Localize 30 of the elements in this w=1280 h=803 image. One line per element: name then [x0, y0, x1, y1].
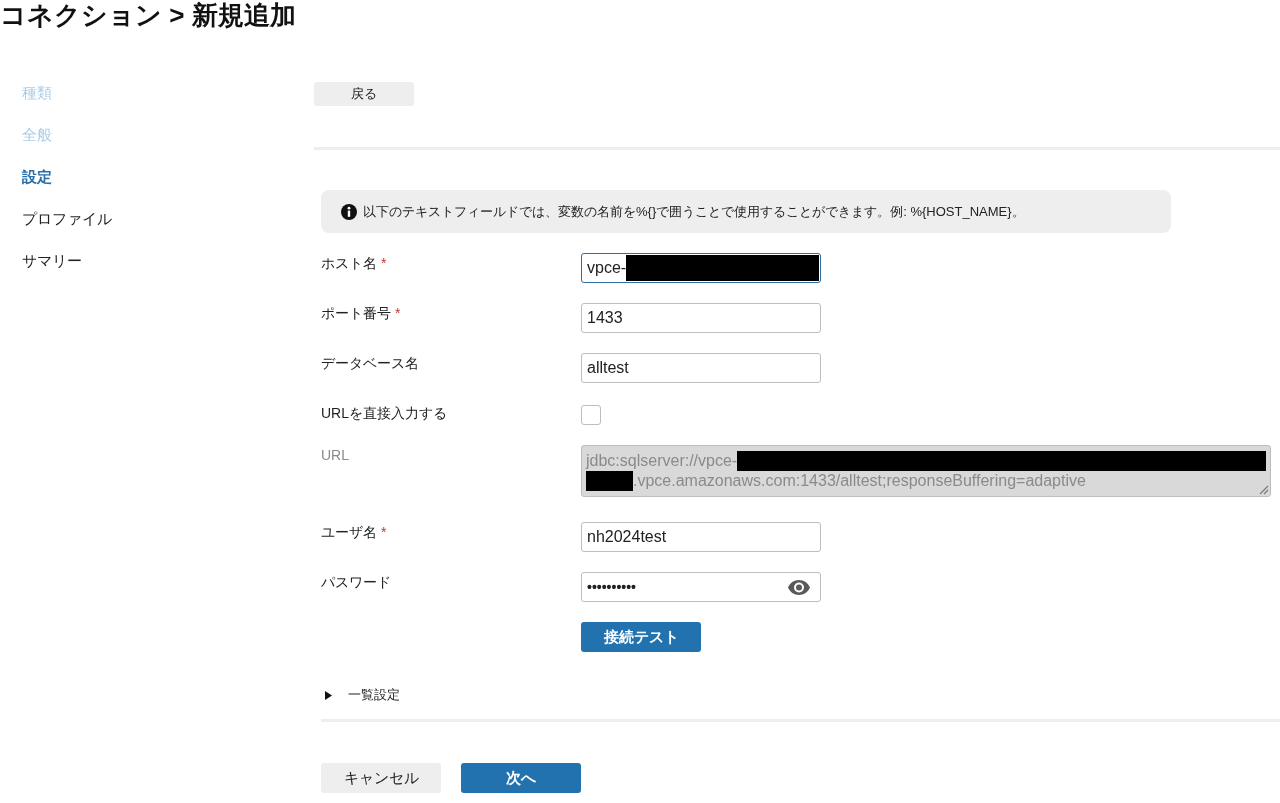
- step-link[interactable]: サマリー: [22, 240, 82, 282]
- field-label: ポート番号: [321, 304, 391, 323]
- field-label: ホスト名: [321, 254, 377, 273]
- back-button[interactable]: 戻る: [314, 82, 414, 106]
- info-text: 以下のテキストフィールドでは、変数の名前を%{}で囲うことで使用することができます。例: %{HOST_NAME}。: [363, 202, 1025, 221]
- cancel-button[interactable]: キャンセル: [321, 763, 441, 793]
- input-field[interactable]: 1433: [581, 303, 821, 333]
- redaction-block: [586, 471, 633, 491]
- page-title: コネクション > 新規追加: [0, 0, 296, 30]
- field-label: URL: [321, 446, 349, 465]
- password-field[interactable]: ••••••••••: [581, 572, 821, 602]
- input-field[interactable]: nh2024test: [581, 522, 821, 552]
- input-field[interactable]: vpce-: [581, 253, 821, 283]
- required-asterisk: *: [381, 523, 387, 542]
- required-asterisk: *: [395, 304, 401, 323]
- field-label: パスワード: [321, 573, 391, 592]
- step-link[interactable]: 設定: [22, 156, 52, 198]
- field-label: URLを直接入力する: [321, 404, 447, 423]
- info-icon: [341, 203, 357, 220]
- input-field[interactable]: alltest: [581, 353, 821, 383]
- eye-icon[interactable]: [788, 579, 810, 595]
- connection-test-button[interactable]: 接続テスト: [581, 622, 701, 652]
- next-button[interactable]: 次へ: [461, 763, 581, 793]
- required-asterisk: *: [381, 254, 387, 273]
- text-area: jdbc:sqlserver://vpce- .vpce.amazonaws.com:1433/alltest;responseBuffering=adaptive: [581, 445, 1271, 497]
- step-link[interactable]: プロファイル: [22, 198, 112, 240]
- field-label: ユーザ名: [321, 523, 377, 542]
- checkbox[interactable]: [581, 405, 601, 425]
- field-label: データベース名: [321, 354, 419, 373]
- disclosure-toggle[interactable]: 一覧設定: [321, 685, 400, 705]
